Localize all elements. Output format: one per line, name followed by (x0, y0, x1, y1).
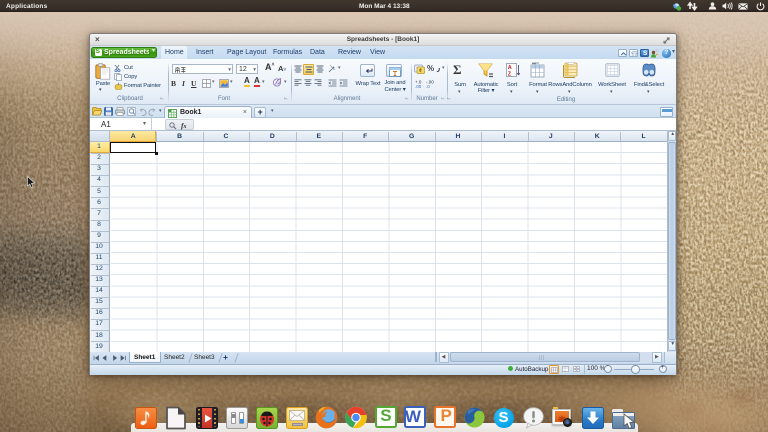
svg-text:A: A (508, 65, 512, 71)
svg-text:.00: .00 (415, 84, 422, 88)
svg-text:.0: .0 (426, 84, 430, 88)
